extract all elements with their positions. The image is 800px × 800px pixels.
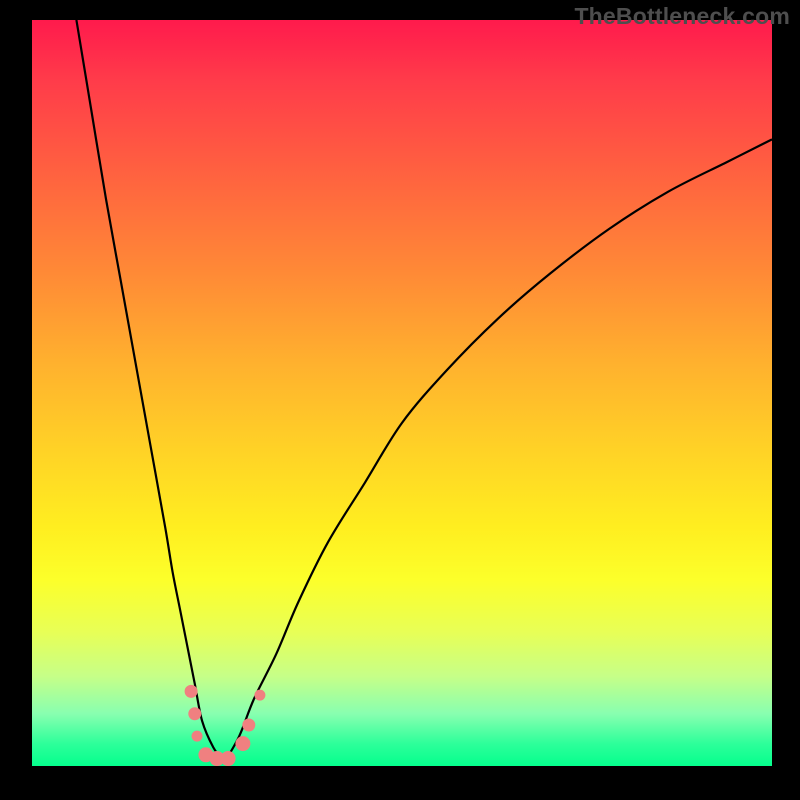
plot-area [32,20,772,766]
marker-point [189,708,201,720]
curve-left-branch [76,20,224,762]
curve-right-branch [224,139,772,762]
curve-group [76,20,772,762]
marker-point [243,719,255,731]
outer-frame: TheBottleneck.com [0,0,800,800]
marker-point [185,685,197,697]
marker-point [221,752,235,766]
marker-point [236,737,250,751]
watermark-text: TheBottleneck.com [574,3,790,30]
marker-point [192,731,202,741]
chart-svg [32,20,772,766]
marker-point [255,690,265,700]
